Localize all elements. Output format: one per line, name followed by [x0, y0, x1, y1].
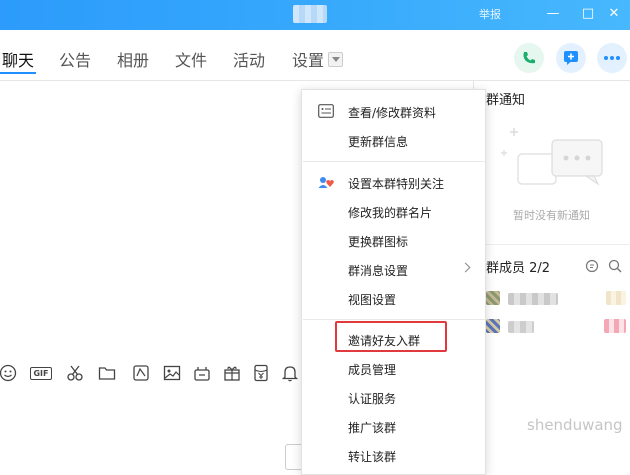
menu-item-edit-group-card[interactable]: 修改我的群名片 — [348, 204, 432, 221]
tab-activity[interactable]: 活动 — [233, 47, 265, 71]
red-packet-button[interactable] — [251, 363, 271, 383]
emoji-icon — [0, 364, 17, 382]
phone-button[interactable] — [514, 43, 544, 73]
menu-item-change-group-icon[interactable]: 更换群图标 — [348, 233, 408, 250]
chevron-down-icon[interactable] — [328, 52, 343, 67]
menu-item-message-settings[interactable]: 群消息设置 — [348, 262, 408, 279]
menu-item-certification[interactable]: 认证服务 — [348, 390, 396, 407]
highlight-box — [335, 321, 447, 352]
more-button[interactable] — [597, 43, 627, 73]
settings-menu: 查看/修改群资料 更新群信息 设置本群特别关注 修改我的群名片 更换群图标 群消… — [301, 89, 486, 475]
member-badge — [604, 319, 626, 333]
notice-title: 群通知 — [486, 93, 526, 108]
sticker-icon — [133, 365, 149, 381]
tab-chat[interactable]: 聊天 — [2, 47, 34, 71]
sticker-button[interactable] — [131, 363, 151, 383]
tab-album[interactable]: 相册 — [117, 47, 149, 71]
red-packet-icon — [254, 364, 268, 382]
tab-settings[interactable]: 设置 — [292, 47, 324, 71]
chevron-right-icon — [460, 262, 471, 273]
search-icon[interactable] — [608, 259, 623, 274]
emoji-button[interactable] — [0, 363, 18, 383]
menu-item-special-follow[interactable]: 设置本群特别关注 — [348, 175, 444, 192]
menu-item-view-group-info[interactable]: 查看/修改群资料 — [348, 104, 436, 121]
title-bar: 举报 — □ ✕ — [0, 0, 630, 30]
member-badge — [606, 291, 626, 305]
menu-item-transfer-group[interactable]: 转让该群 — [348, 448, 396, 465]
gif-button[interactable]: GIF — [28, 363, 54, 383]
member-name — [508, 293, 558, 305]
window-title — [293, 5, 327, 23]
bell-button[interactable] — [280, 363, 300, 383]
section-divider — [474, 244, 630, 245]
menu-item-promote-group[interactable]: 推广该群 — [348, 419, 396, 436]
tab-files[interactable]: 文件 — [175, 47, 207, 71]
heart-users-icon — [318, 177, 334, 188]
member-name — [508, 321, 534, 333]
menu-item-member-management[interactable]: 成员管理 — [348, 361, 396, 378]
message-button[interactable] — [556, 43, 586, 73]
empty-notice-text: 暂时没有新通知 — [513, 209, 590, 222]
close-button[interactable]: ✕ — [604, 4, 624, 24]
menu-item-view-settings[interactable]: 视图设置 — [348, 291, 396, 308]
header-divider — [0, 80, 630, 81]
report-button[interactable]: 举报 — [479, 6, 501, 22]
maximize-button[interactable]: □ — [578, 4, 598, 24]
gift-button[interactable] — [222, 363, 242, 383]
gift-icon — [224, 366, 240, 381]
phone-icon — [523, 52, 535, 64]
avatar[interactable] — [486, 319, 500, 333]
bag-button[interactable] — [192, 363, 212, 383]
more-icon — [604, 56, 620, 60]
watermark: shenduwang — [527, 416, 623, 434]
active-tab-indicator — [0, 72, 36, 74]
minimize-button[interactable]: — — [543, 4, 563, 24]
folder-button[interactable] — [97, 363, 117, 383]
bell-icon — [281, 366, 299, 382]
image-button[interactable] — [162, 363, 182, 383]
message-plus-icon — [564, 51, 578, 65]
avatar[interactable] — [486, 291, 500, 305]
card-icon — [318, 104, 334, 118]
invite-member-icon[interactable] — [585, 259, 600, 274]
gif-icon: GIF — [30, 366, 52, 380]
screenshot-button[interactable] — [65, 363, 85, 383]
scissors-icon — [67, 365, 83, 381]
tab-notice[interactable]: 公告 — [59, 47, 91, 71]
menu-separator — [303, 161, 486, 162]
menu-separator — [303, 319, 486, 320]
image-icon — [163, 365, 181, 381]
bag-icon — [194, 367, 210, 381]
members-title: 群成员 2/2 — [486, 261, 551, 276]
empty-notice-illustration-icon — [501, 128, 603, 186]
menu-item-update-group-info[interactable]: 更新群信息 — [348, 133, 408, 150]
folder-icon — [98, 367, 116, 380]
